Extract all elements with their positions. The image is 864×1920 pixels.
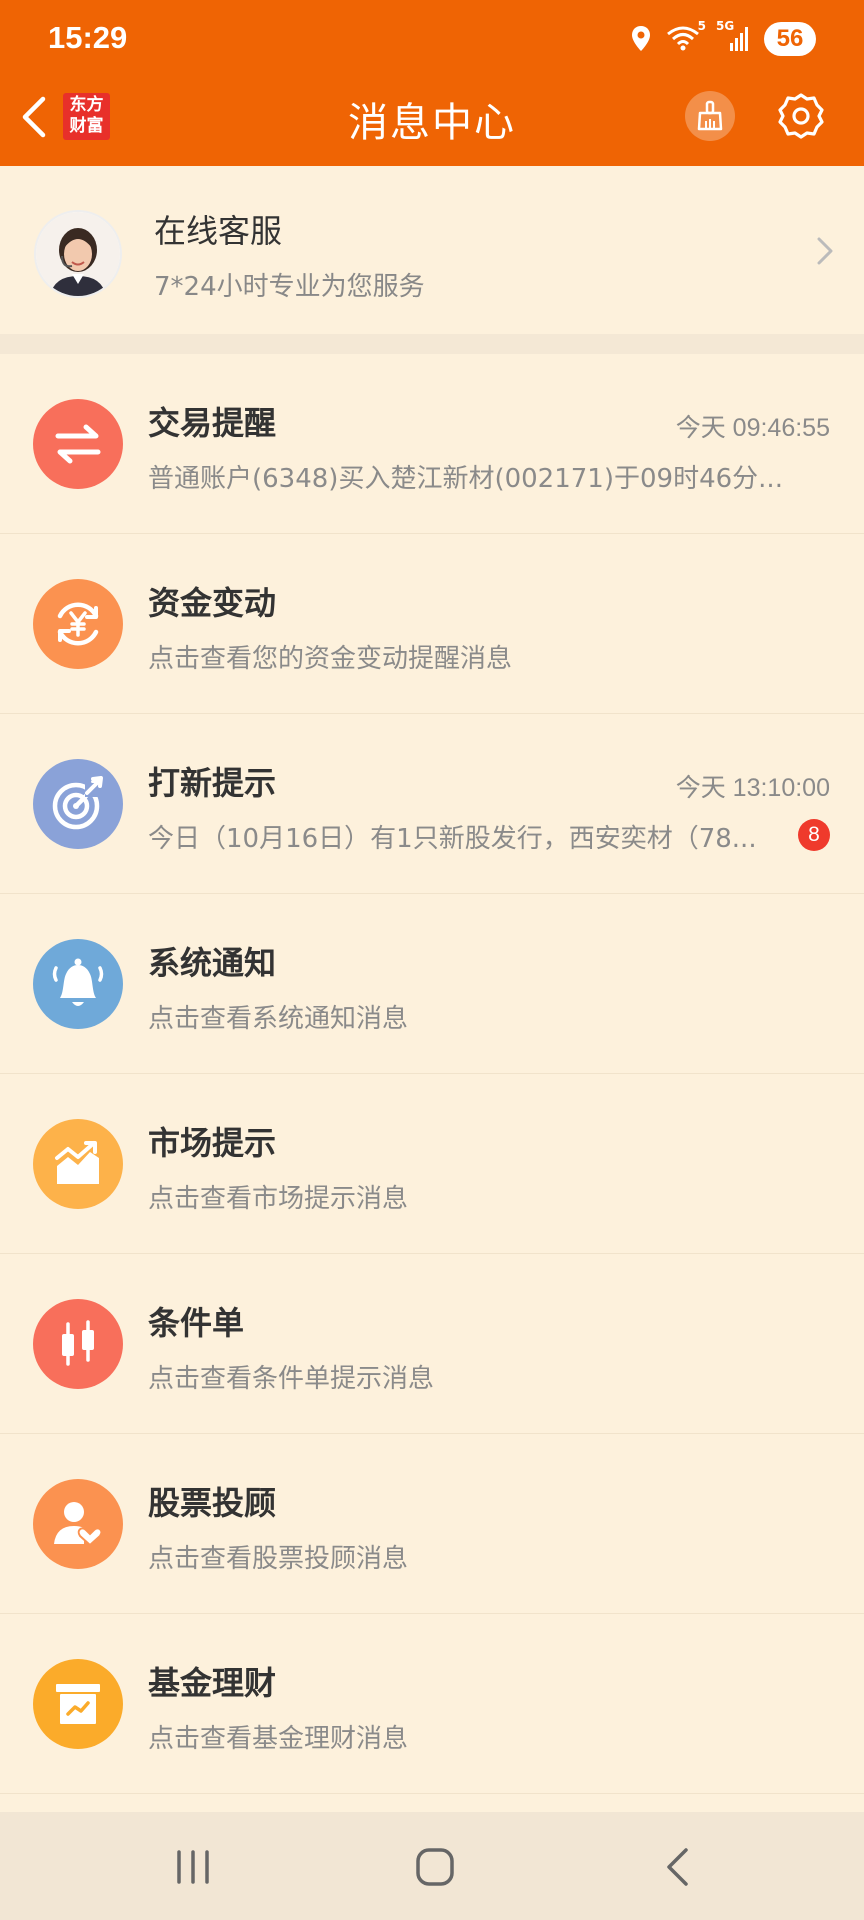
- system-back-button[interactable]: [647, 1842, 707, 1892]
- section-divider: [0, 334, 864, 354]
- message-preview: 今日（10月16日）有1只新股发行，西安奕材（78...: [148, 824, 757, 854]
- back-arrow-icon: [667, 1848, 688, 1886]
- chevron-right-icon: [816, 236, 834, 270]
- agent-avatar-icon: [36, 212, 120, 296]
- message-title: 条件单: [148, 1304, 245, 1342]
- service-subtitle: 7*24小时专业为您服务: [154, 272, 425, 302]
- message-preview: 点击查看您的资金变动提醒消息: [148, 644, 513, 674]
- online-service-entry[interactable]: 在线客服 7*24小时专业为您服务: [0, 166, 864, 334]
- message-time: 今天 09:46:55: [675, 414, 830, 442]
- recent-apps-button[interactable]: [163, 1842, 223, 1892]
- message-title: 交易提醒: [148, 404, 277, 442]
- message-title: 资金变动: [148, 584, 277, 622]
- message-title: 股票投顾: [148, 1484, 277, 1522]
- battery-indicator: 56: [764, 22, 816, 56]
- message-preview: 点击查看系统通知消息: [148, 1004, 409, 1034]
- message-row-trade-alert[interactable]: 交易提醒 今天 09:46:55 普通账户(6348)买入楚江新材(002171…: [0, 354, 864, 534]
- message-row-ipo-alert[interactable]: 打新提示 今天 13:10:00 今日（10月16日）有1只新股发行，西安奕材（…: [0, 714, 864, 894]
- message-time: 今天 13:10:00: [675, 774, 830, 802]
- service-avatar: [34, 210, 122, 298]
- target-icon: [33, 759, 123, 849]
- message-row-fund-change[interactable]: 资金变动 点击查看您的资金变动提醒消息: [0, 534, 864, 714]
- gear-icon: [778, 93, 824, 139]
- message-category-list: 交易提醒 今天 09:46:55 普通账户(6348)买入楚江新材(002171…: [0, 354, 864, 1794]
- exchange-icon: [33, 399, 123, 489]
- broom-icon: [697, 100, 723, 131]
- message-row-market-alert[interactable]: 市场提示 点击查看市场提示消息: [0, 1074, 864, 1254]
- message-title: 系统通知: [148, 944, 277, 982]
- advisor-icon: [33, 1479, 123, 1569]
- bell-icon: [33, 939, 123, 1029]
- wifi-icon: 5: [666, 19, 706, 53]
- message-row-fund-finance[interactable]: 基金理财 点击查看基金理财消息: [0, 1614, 864, 1794]
- message-row-system-notice[interactable]: 系统通知 点击查看系统通知消息: [0, 894, 864, 1074]
- message-row-stock-advisor[interactable]: 股票投顾 点击查看股票投顾消息: [0, 1434, 864, 1614]
- message-row-conditional-order[interactable]: 条件单 点击查看条件单提示消息: [0, 1254, 864, 1434]
- message-preview: 普通账户(6348)买入楚江新材(002171)于09时46分...: [148, 464, 783, 494]
- yuan-cycle-icon: [33, 579, 123, 669]
- service-title: 在线客服: [154, 212, 283, 250]
- home-icon: [416, 1848, 454, 1886]
- trend-chart-icon: [33, 1119, 123, 1209]
- status-icons: 5 5G 56: [630, 19, 816, 56]
- message-preview: 点击查看基金理财消息: [148, 1724, 409, 1754]
- wifi-label: 5: [697, 19, 706, 33]
- fund-box-icon: [33, 1659, 123, 1749]
- top-bar: 15:29 5 5G 56 东方财富 消息中心: [0, 0, 864, 166]
- unread-badge: 8: [798, 819, 830, 851]
- message-title: 市场提示: [148, 1124, 277, 1162]
- message-title: 打新提示: [148, 764, 277, 802]
- location-icon: [632, 26, 650, 51]
- message-preview: 点击查看市场提示消息: [148, 1184, 409, 1214]
- signal-icon: 5G: [716, 19, 750, 53]
- candlestick-icon: [33, 1299, 123, 1389]
- system-navigation-bar: [0, 1812, 864, 1920]
- message-title: 基金理财: [148, 1664, 277, 1702]
- message-preview: 点击查看股票投顾消息: [148, 1544, 409, 1574]
- settings-button[interactable]: [775, 90, 827, 142]
- status-time: 15:29: [48, 20, 128, 55]
- home-button[interactable]: [405, 1842, 465, 1892]
- clear-messages-button[interactable]: [685, 91, 735, 141]
- recents-icon: [177, 1850, 209, 1884]
- message-preview: 点击查看条件单提示消息: [148, 1364, 435, 1394]
